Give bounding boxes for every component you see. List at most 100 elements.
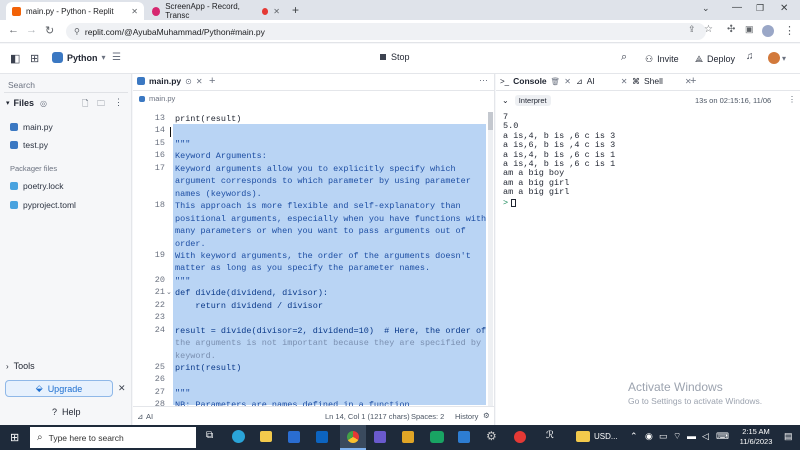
store-icon[interactable] [288, 431, 300, 443]
tab-shell[interactable]: ⌘ Shell ✕ [632, 76, 692, 86]
new-folder-icon[interactable]: 🗀 [97, 98, 105, 112]
ai-status[interactable]: AI [146, 412, 153, 421]
volume-icon[interactable]: ◁ [702, 431, 709, 442]
console-output[interactable]: 7 5.0 a is,4, b is ,6 c is 3a is,6, b is ,… [503, 112, 793, 208]
code-line[interactable]: print(result) [175, 113, 241, 126]
chevron-down-icon[interactable]: ⌄ [702, 3, 710, 14]
wifi-icon[interactable]: ⌔ [673, 431, 681, 442]
tools-section-header[interactable]: › Tools [6, 361, 35, 371]
code-line[interactable]: """ [175, 138, 190, 151]
code-line[interactable]: order. [175, 238, 206, 251]
code-line[interactable]: This approach is more flexible and self-… [175, 200, 461, 213]
app-icon[interactable] [402, 431, 414, 443]
currency-widget[interactable]: USD... [594, 432, 618, 441]
code-line[interactable]: def divide(dividend, divisor): [175, 287, 328, 300]
close-icon[interactable]: ✕ [118, 383, 126, 394]
code-line[interactable]: many parameters or when you want to pass… [175, 225, 466, 238]
taskbar-chrome-active[interactable] [340, 425, 366, 450]
share-icon[interactable]: ⇪ [688, 24, 696, 35]
keyboard-icon[interactable]: ⌨ [716, 431, 729, 442]
repl-name-button[interactable]: Python ▾ [52, 52, 106, 63]
code-line[interactable]: """ [175, 275, 190, 288]
sidebar-toggle-icon[interactable]: ◧ [10, 52, 20, 65]
code-line[interactable]: result = divide(divisor=2, dividend=10) … [175, 325, 486, 338]
ai-toggle-icon[interactable]: ⊿ [137, 412, 143, 421]
app-icon[interactable] [430, 431, 444, 443]
bookmark-star-icon[interactable]: ☆ [704, 24, 713, 35]
replit-logo-icon[interactable]: ⊞ [30, 52, 39, 65]
code-line[interactable]: print(result) [175, 362, 241, 375]
tab-ai[interactable]: ⊿ AI ✕ [576, 76, 627, 86]
clear-console-icon[interactable]: 🗑 [551, 77, 561, 86]
extensions-icon[interactable]: ✣ [727, 24, 735, 35]
files-section-header[interactable]: ▾ Files ◎ [6, 98, 47, 108]
browser-tab-replit[interactable]: main.py - Python - Replit ✕ [6, 2, 144, 20]
maximize-icon[interactable]: ❐ [756, 3, 764, 14]
battery-icon[interactable]: ▬ [687, 431, 696, 441]
code-line[interactable]: Keyword Arguments: [175, 150, 267, 163]
more-options-icon[interactable]: ⋮ [788, 95, 796, 104]
code-line[interactable]: With keyword arguments, the order of the… [175, 250, 471, 263]
settings-gear-icon[interactable]: ⚙ [486, 429, 497, 443]
app-icon[interactable] [374, 431, 386, 443]
tab-console[interactable]: >_ Console 🗑 ✕ [500, 76, 571, 86]
mail-icon[interactable] [316, 431, 328, 443]
close-icon[interactable]: ✕ [621, 77, 628, 86]
reload-icon[interactable]: ↻ [45, 24, 54, 37]
file-item-main-py[interactable]: main.py [10, 122, 53, 132]
tray-icon[interactable]: ◉ [645, 431, 653, 442]
search-icon[interactable]: ⌕ [621, 51, 627, 64]
code-line[interactable]: keyword. [175, 350, 216, 363]
eye-icon[interactable]: ◎ [40, 99, 47, 108]
deploy-button[interactable]: ⟁ Deploy [690, 50, 740, 68]
new-tab-icon[interactable]: + [690, 75, 696, 87]
code-area[interactable]: 13 print(result) 14 15 """ 16 Keyword Argument… [133, 110, 495, 410]
more-options-icon[interactable]: ⋮ [114, 97, 123, 108]
notifications-icon[interactable]: ▤ [784, 431, 793, 442]
sidepanel-icon[interactable]: ▣ [745, 24, 754, 35]
code-line[interactable]: the arguments is not important because t… [175, 337, 481, 350]
minimize-icon[interactable]: — [732, 2, 742, 13]
window-close-icon[interactable]: ✕ [780, 3, 788, 14]
history-link[interactable]: History [455, 412, 478, 421]
history-icon[interactable]: ⊙ [185, 77, 192, 86]
scrollbar-thumb[interactable] [488, 112, 493, 130]
code-line[interactable]: names (keywords). [175, 188, 262, 201]
edge-browser-icon[interactable] [232, 430, 245, 443]
editor-scrollbar[interactable] [488, 112, 493, 407]
notifications-bell-icon[interactable]: ♫ [746, 51, 754, 62]
new-file-icon[interactable]: 🗋 [82, 98, 88, 112]
tray-overflow-icon[interactable]: ⌃ [630, 431, 638, 442]
code-line[interactable]: positional arguments, especially when yo… [175, 213, 486, 226]
task-view-icon[interactable]: ⧉ [206, 430, 213, 441]
user-avatar-button[interactable]: ▾ [768, 52, 786, 64]
profile-avatar-icon[interactable] [762, 25, 774, 37]
new-tab-icon[interactable]: + [292, 3, 299, 17]
upgrade-button[interactable]: ⬙ Upgrade [5, 380, 113, 397]
file-explorer-icon[interactable] [260, 431, 272, 442]
media-player-icon[interactable] [514, 431, 526, 443]
taskbar-clock[interactable]: 2:15 AM 11/6/2023 [734, 427, 778, 447]
help-button[interactable]: ? Help [52, 407, 81, 417]
file-item-pyproject-toml[interactable]: pyproject.toml [10, 200, 76, 210]
code-line[interactable]: matter as long as you specify the parame… [175, 262, 430, 275]
code-line[interactable]: Keyword arguments allow you to explicitl… [175, 163, 456, 176]
close-icon[interactable]: ✕ [131, 7, 138, 16]
address-bar[interactable]: ⚲ replit.com/@AyubaMuhammad/Python#main.… [66, 23, 706, 40]
close-icon[interactable]: ✕ [196, 77, 203, 86]
pen-icon[interactable]: ℛ [546, 430, 554, 441]
more-menu-icon[interactable]: ⋮ [784, 24, 795, 37]
indent-setting[interactable]: Spaces: 2 [411, 412, 444, 421]
file-item-poetry-lock[interactable]: poetry.lock [10, 181, 63, 191]
code-line[interactable]: return dividend / divisor [175, 300, 323, 313]
back-icon[interactable]: ← [8, 24, 19, 36]
fold-chevron-icon[interactable]: ⌄ [166, 288, 172, 296]
windows-start-icon[interactable]: ⊞ [10, 431, 19, 444]
taskbar-search-input[interactable]: ⌕ Type here to search [30, 427, 196, 448]
site-info-icon[interactable]: ⚲ [74, 27, 80, 36]
console-prompt[interactable]: > [503, 198, 793, 208]
close-icon[interactable]: ✕ [564, 77, 571, 86]
code-line[interactable]: """ [175, 387, 190, 400]
stop-button[interactable]: Stop [380, 52, 410, 62]
tray-icon[interactable]: ▭ [659, 431, 668, 442]
